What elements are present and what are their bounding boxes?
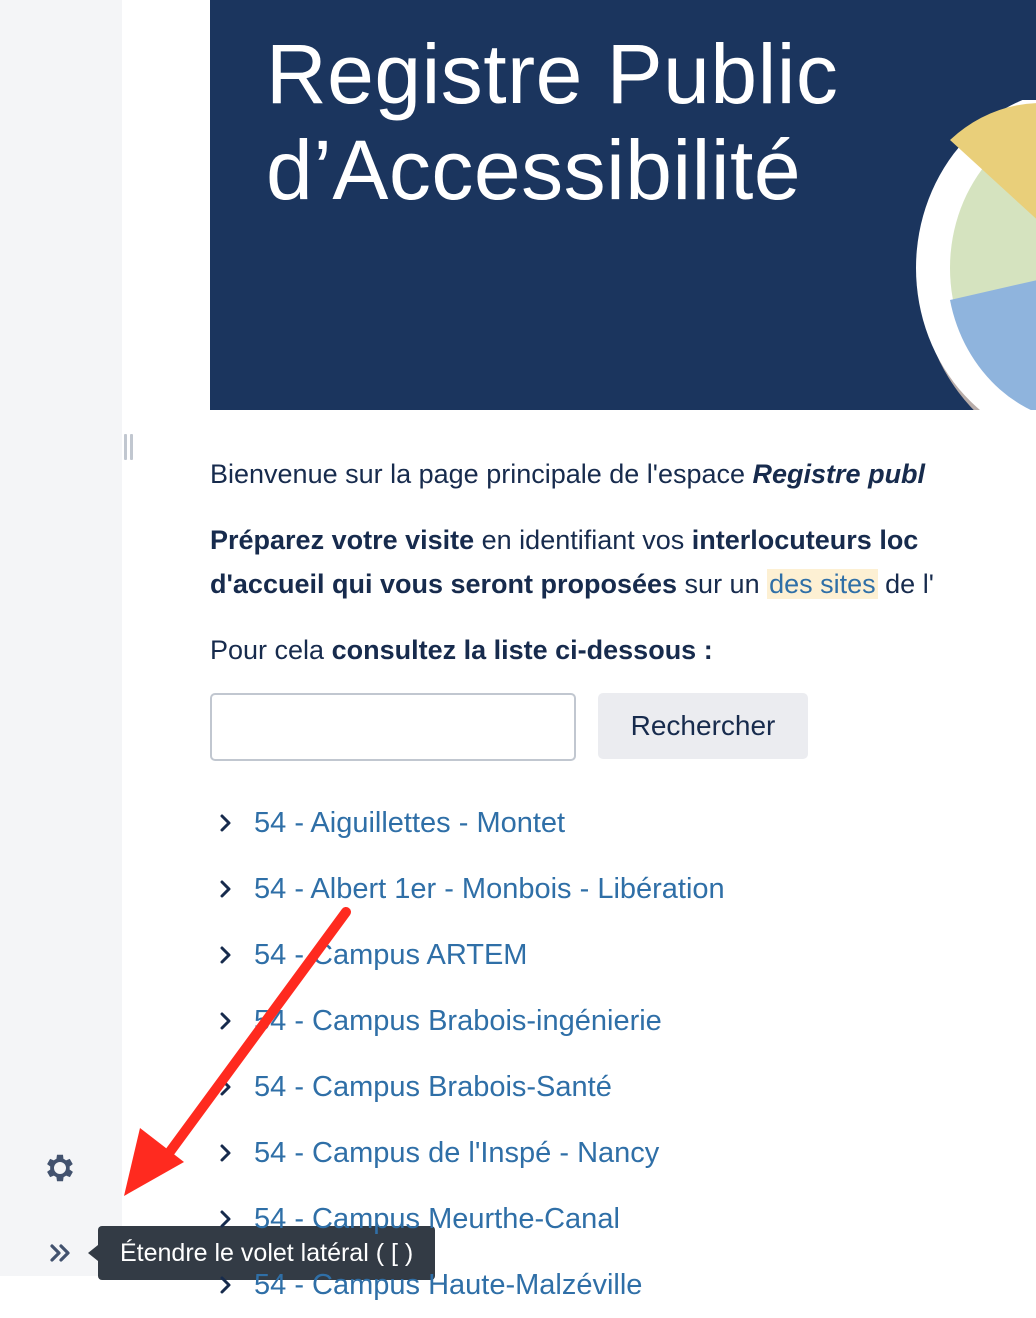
intro-text: en identifiant vos: [474, 525, 692, 555]
list-item: 54 - Campus ARTEM: [210, 922, 725, 988]
intro-text: Bienvenue sur la page principale de l'es…: [210, 459, 753, 489]
sites-link[interactable]: des sites: [767, 569, 878, 599]
chevron-right-icon[interactable]: [210, 1138, 254, 1168]
tree-link[interactable]: 54 - Campus Brabois-Santé: [254, 1071, 612, 1104]
search-button[interactable]: Rechercher: [598, 693, 808, 759]
tree-link[interactable]: 54 - Albert 1er - Monbois - Libération: [254, 873, 725, 906]
chevron-right-icon[interactable]: [210, 1072, 254, 1102]
accessibility-logo-art: [916, 100, 1036, 410]
list-item: 54 - Campus Brabois-ingénierie: [210, 988, 725, 1054]
intro-paragraph-2: Préparez votre visite en identifiant vos…: [210, 518, 934, 606]
search-input[interactable]: [210, 693, 576, 761]
tree-link[interactable]: 54 - Campus ARTEM: [254, 939, 527, 972]
expand-sidebar-button[interactable]: [44, 1238, 78, 1268]
tree-link[interactable]: 54 - Campus Brabois-ingénierie: [254, 1005, 662, 1038]
chevron-right-icon[interactable]: [210, 1204, 254, 1234]
list-item: 54 - Campus de l'Inspé - Nancy: [210, 1120, 725, 1186]
chevron-right-icon[interactable]: [210, 874, 254, 904]
intro-text: sur un: [677, 569, 768, 599]
list-item: 54 - Campus Haute-Malzéville: [210, 1252, 725, 1318]
chevron-right-icon[interactable]: [210, 808, 254, 838]
local-contacts-bold: interlocuteurs loc: [691, 525, 919, 555]
reception-bold: d'accueil qui vous seront proposées: [210, 569, 678, 599]
sidebar: [0, 0, 122, 1276]
banner-title: Registre Public d’Accessibilité: [266, 26, 838, 218]
list-item: 54 - Aiguillettes - Montet: [210, 790, 725, 856]
banner-image: Registre Public d’Accessibilité: [210, 0, 1036, 410]
sidebar-resize-handle[interactable]: [124, 434, 136, 462]
double-chevron-right-icon: [50, 1244, 70, 1262]
chevron-right-icon[interactable]: [210, 1270, 254, 1300]
consult-list-bold: consultez la liste ci-dessous :: [331, 635, 713, 665]
tree-link[interactable]: 54 - Campus Haute-Malzéville: [254, 1269, 642, 1302]
page-tree: 54 - Aiguillettes - Montet 54 - Albert 1…: [210, 790, 725, 1318]
list-item: 54 - Campus Meurthe-Canal: [210, 1186, 725, 1252]
intro-paragraph-1: Bienvenue sur la page principale de l'es…: [210, 452, 925, 496]
list-item: 54 - Albert 1er - Monbois - Libération: [210, 856, 725, 922]
banner-title-line-2: d’Accessibilité: [266, 123, 802, 217]
gear-icon[interactable]: [42, 1150, 78, 1186]
space-name-emphasis: Registre publ: [752, 459, 926, 489]
prepare-visit-bold: Préparez votre visite: [210, 525, 475, 555]
chevron-right-icon[interactable]: [210, 1006, 254, 1036]
chevron-right-icon[interactable]: [210, 940, 254, 970]
tree-link[interactable]: 54 - Campus de l'Inspé - Nancy: [254, 1137, 659, 1170]
list-item: 54 - Campus Brabois-Santé: [210, 1054, 725, 1120]
tree-link[interactable]: 54 - Aiguillettes - Montet: [254, 807, 565, 840]
intro-text: Pour cela: [210, 635, 332, 665]
tree-link[interactable]: 54 - Campus Meurthe-Canal: [254, 1203, 620, 1236]
intro-text: de l': [877, 569, 934, 599]
intro-paragraph-3: Pour cela consultez la liste ci-dessous …: [210, 628, 713, 672]
banner-title-line-1: Registre Public: [266, 27, 839, 121]
